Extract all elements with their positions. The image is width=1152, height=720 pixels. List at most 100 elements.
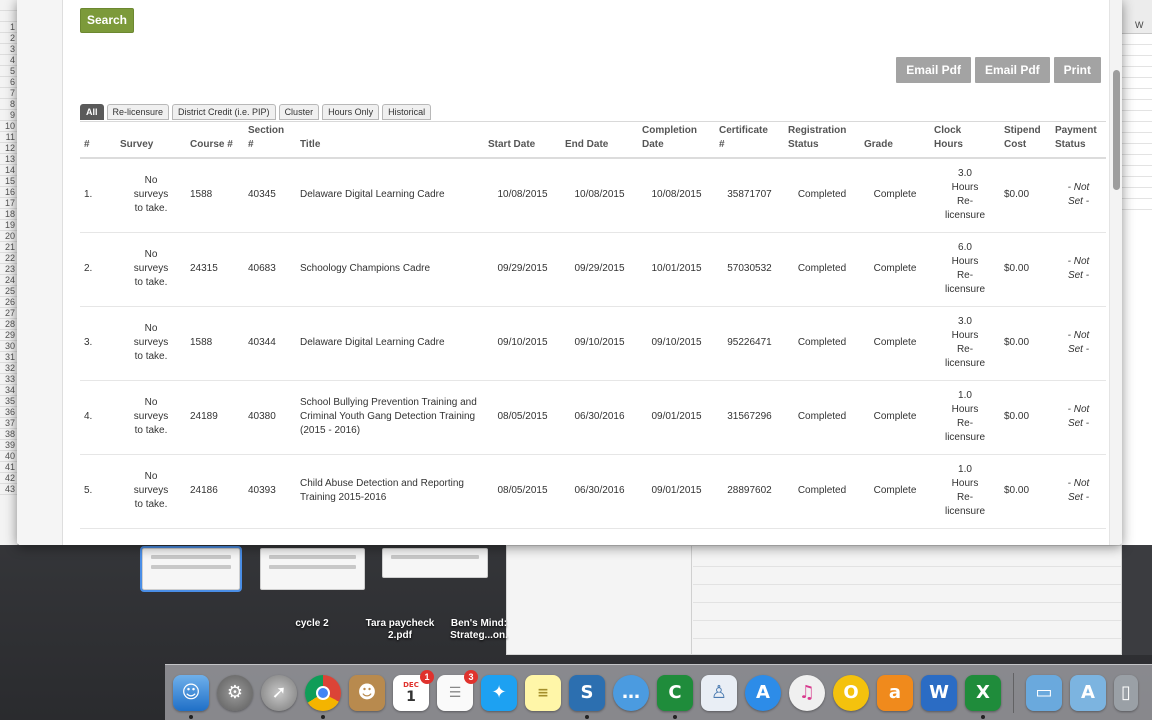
camtasia-icon[interactable]: C [657,674,693,719]
filter-tabs: All Re-licensure District Credit (i.e. P… [80,104,432,120]
spreadsheet-row-number: 32 [0,363,17,374]
cell-clock-hours: 3.0 Hours Re-licensure [930,306,1000,381]
desktop-label[interactable]: Tara paycheck 2.pdf [360,618,440,642]
desktop-thumbnail[interactable] [140,546,242,592]
cell-certificate-link[interactable]: 31567296 [715,380,784,455]
window-sidebar [17,0,63,545]
tab-district-credit[interactable]: District Credit (i.e. PIP) [172,104,276,120]
cell-title: Child Abuse Detection and Reporting Trai… [296,454,484,529]
tab-all[interactable]: All [80,104,104,120]
spreadsheet-row-number: 2 [0,33,17,44]
cell-course-link[interactable]: 1588 [186,158,244,233]
cell-section-link[interactable]: 40393 [244,454,296,529]
header-registration-status: Registration Status [784,121,860,159]
word-icon[interactable]: W [921,674,957,711]
snagit-icon[interactable]: S [569,674,605,719]
spreadsheet-row-number: 34 [0,385,17,396]
cell-start-date: 09/10/2015 [484,306,561,381]
dock: ☺ ⚙ ➚ ☻ DEC 1 1 ☰ 3 ✦ ≡ S … C ♙ A ♫ O a W… [165,664,1152,720]
cell-end-date: 06/30/2016 [561,380,638,455]
excel-icon[interactable]: X [965,674,1001,719]
cell-registration-status: Completed [784,158,860,233]
twitter-icon[interactable]: ✦ [481,674,517,711]
keynote-icon[interactable]: ♙ [701,674,737,711]
desktop-label[interactable]: Ben's Mind: Strateg...on. [444,618,514,642]
itunes-icon[interactable]: ♫ [789,674,825,711]
cell-course-link[interactable]: 24189 [186,380,244,455]
cell-survey: No surveys to take. [116,454,186,529]
cell-certificate-link[interactable]: 95226471 [715,306,784,381]
desktop-label[interactable]: cycle 2 [282,618,342,630]
email-pdf-button[interactable]: Email Pdf [896,57,971,83]
browser-window: Search Email Pdf Email Pdf Print All Re-… [17,0,1122,545]
spreadsheet-row-number: 39 [0,440,17,451]
cell-num: 5. [80,454,116,529]
cell-payment-status: - Not Set - [1051,232,1106,307]
cell-survey: No surveys to take. [116,306,186,381]
scrollbar[interactable] [1109,0,1122,545]
launchpad-icon[interactable]: ➚ [261,674,297,711]
email-pdf-button-2[interactable]: Email Pdf [974,57,1050,83]
header-section: Section # [244,121,296,159]
tab-hours-only[interactable]: Hours Only [322,104,380,120]
spreadsheet-row-number: 29 [0,330,17,341]
chrome-icon[interactable] [305,674,341,719]
cell-end-date: 06/30/2016 [561,454,638,529]
cell-survey: No surveys to take. [116,232,186,307]
cell-stipend: $0.00 [1000,454,1051,529]
cell-certificate-link[interactable]: 35871707 [715,158,784,233]
spreadsheet-row-number: 40 [0,451,17,462]
cell-grade: Complete [860,158,930,233]
tab-cluster[interactable]: Cluster [278,104,320,120]
background-window [506,545,1122,655]
cell-stipend: $0.00 [1000,232,1051,307]
header-completion-date: Completion Date [638,121,715,159]
app-store-icon[interactable]: A [745,674,781,711]
spreadsheet-row-number: 35 [0,396,17,407]
stickies-icon[interactable]: ≡ [525,674,561,711]
applications-folder-icon[interactable]: A [1070,674,1106,711]
amazon-icon[interactable]: a [877,674,913,711]
cell-course-link[interactable]: 24315 [186,232,244,307]
cell-course-link[interactable]: 24186 [186,454,244,529]
print-button[interactable]: Print [1053,57,1101,83]
spreadsheet-row-number: 9 [0,110,17,121]
cell-course-link[interactable]: 1588 [186,306,244,381]
calendar-icon[interactable]: DEC 1 1 [393,669,434,711]
spreadsheet-row-number [0,11,17,22]
folder-icon[interactable]: ▭ [1026,674,1062,711]
norton-icon[interactable]: O [833,674,869,711]
tab-historical[interactable]: Historical [382,104,432,120]
cell-section-link[interactable]: 40344 [244,306,296,381]
table-row: 2. No surveys to take. 24315 40683 Schoology… [80,232,1106,307]
cell-section-link[interactable]: 40683 [244,232,296,307]
system-preferences-icon[interactable]: ⚙ [217,674,253,711]
trash-icon[interactable]: ▯ [1114,674,1138,711]
cell-end-date: 09/10/2015 [561,306,638,381]
table-row: 1. No surveys to take. 1588 40345 Delaware D… [80,158,1106,233]
reminders-icon[interactable]: ☰ 3 [437,669,478,711]
cell-num: 4. [80,380,116,455]
cell-survey: No surveys to take. [116,158,186,233]
cell-section-link[interactable]: 40345 [244,158,296,233]
spreadsheet-row-number: 25 [0,286,17,297]
cell-completion-date: 10/08/2015 [638,158,715,233]
desktop-thumbnail[interactable] [382,548,488,578]
desktop-thumbnail[interactable] [260,548,365,590]
cell-section-link[interactable]: 40380 [244,380,296,455]
header-certificate: Certificate # [715,121,784,159]
finder-icon[interactable]: ☺ [173,674,209,719]
cell-certificate-link[interactable]: 28897602 [715,454,784,529]
scrollbar-thumb[interactable] [1113,70,1120,190]
contacts-icon[interactable]: ☻ [349,674,385,711]
search-button[interactable]: Search [80,8,134,33]
spreadsheet-row-number: 20 [0,231,17,242]
spreadsheet-row-number: 18 [0,209,17,220]
header-num: # [80,121,116,159]
messages-icon[interactable]: … [613,674,649,711]
spreadsheet-row-number: 37 [0,418,17,429]
cell-certificate-link[interactable]: 57030532 [715,232,784,307]
spreadsheet-row-number: 26 [0,297,17,308]
tab-re-licensure[interactable]: Re-licensure [106,104,170,120]
cell-grade: Complete [860,306,930,381]
